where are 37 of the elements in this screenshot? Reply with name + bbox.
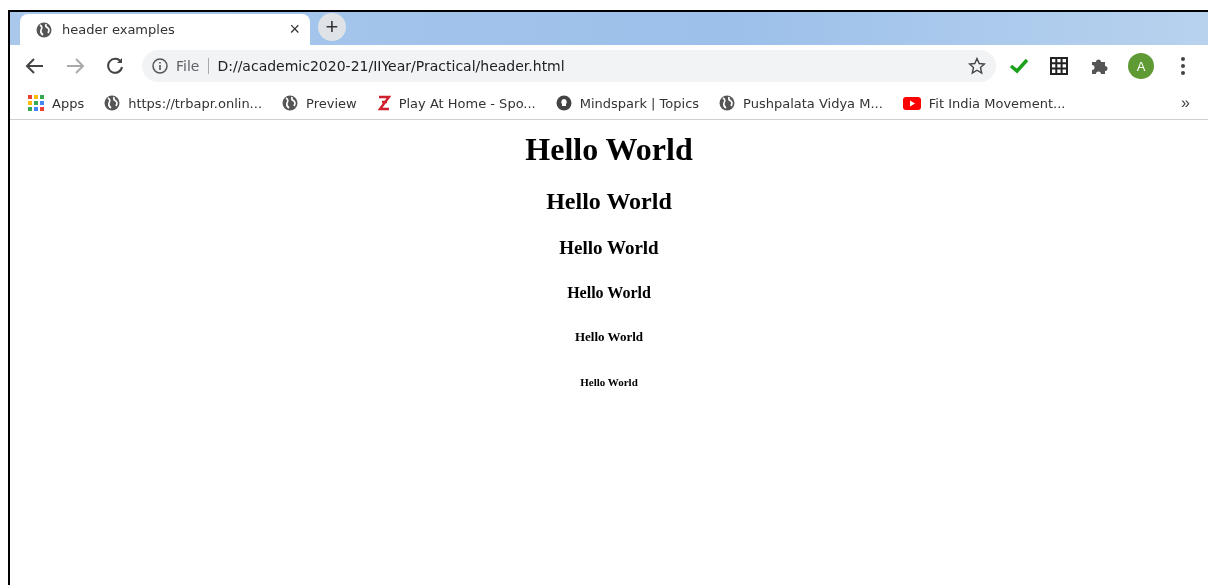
bookmark-link[interactable]: Apps — [28, 95, 85, 111]
bookmark-link[interactable]: https://trbapr.onlin... — [104, 95, 263, 111]
browser-tab[interactable]: header examples × — [20, 14, 310, 45]
bookmark-label: Fit India Movement... — [928, 95, 1066, 111]
globe-icon — [282, 95, 299, 111]
bookmark-label: https://trbapr.onlin... — [128, 95, 263, 111]
info-icon[interactable] — [152, 58, 168, 74]
globe-icon — [104, 95, 121, 111]
bookmark-link[interactable]: Mindspark | Topics — [555, 95, 700, 111]
heading-text: Hello World — [575, 330, 643, 345]
bookmark-link[interactable]: Preview — [282, 95, 357, 111]
globe-icon — [36, 21, 52, 38]
bookmark-link[interactable]: Play At Home - Spo... — [376, 94, 536, 112]
bookmark-link[interactable]: Fit India Movement... — [902, 95, 1066, 111]
close-tab-button[interactable]: × — [289, 19, 300, 40]
more-bookmarks-button[interactable]: » — [1181, 94, 1190, 112]
bulb-icon — [555, 95, 572, 111]
play-logo-icon — [902, 96, 921, 110]
heading-text: Hello World — [580, 376, 638, 389]
heading-text: Hello World — [546, 188, 672, 215]
scheme-label: File — [176, 58, 210, 74]
new-tab-button[interactable]: + — [318, 13, 346, 41]
grid-icon[interactable] — [1047, 54, 1071, 78]
star-icon[interactable] — [968, 57, 986, 75]
bookmark-label: Preview — [306, 95, 357, 111]
url-text: D://academic2020-21/IIYear/Practical/header.html — [217, 58, 566, 74]
heading-text: Hello World — [567, 284, 651, 303]
bookmark-label: Play At Home - Spo... — [398, 95, 536, 111]
bookmark-label: Mindspark | Topics — [579, 95, 700, 111]
heading-text: Hello World — [525, 132, 693, 168]
apps-grid-icon — [28, 95, 44, 111]
z-logo-icon — [376, 94, 391, 112]
tab-title: header examples — [62, 22, 176, 37]
heading-text: Hello World — [559, 237, 659, 259]
bookmark-label: Apps — [52, 95, 85, 111]
globe-icon — [719, 95, 736, 111]
address-bar[interactable]: File D://academic2020-21/IIYear/Practical/header.html — [142, 50, 996, 82]
